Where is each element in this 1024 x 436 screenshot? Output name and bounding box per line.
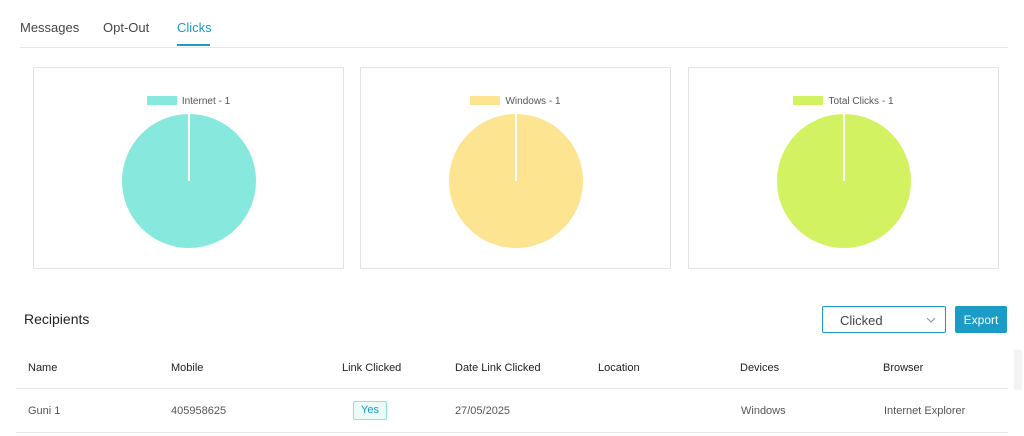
active-tab-indicator: [177, 44, 210, 46]
chart-card-internet: Internet - 1: [33, 67, 344, 269]
chart-legend[interactable]: Windows - 1: [361, 96, 670, 107]
tab-bar: Messages Opt-Out Clicks: [20, 0, 1008, 48]
pie-chart-internet: [122, 114, 256, 248]
select-value: Clicked: [840, 313, 883, 328]
table-header: Name Mobile Link Clicked Date Link Click…: [16, 350, 1008, 389]
table-row[interactable]: Guni 1 405958625 Yes 27/05/2025 Windows …: [16, 389, 1008, 433]
cell-date-link-clicked: 27/05/2025: [455, 405, 511, 417]
chart-card-total-clicks: Total Clicks - 1: [688, 67, 999, 269]
legend-swatch: [470, 96, 501, 105]
cell-browser: Internet Explorer: [884, 405, 966, 417]
cell-name: Guni 1: [28, 405, 61, 417]
column-header-location[interactable]: Location: [598, 362, 640, 374]
cell-device: Windows: [741, 405, 786, 417]
chart-legend[interactable]: Total Clicks - 1: [689, 96, 998, 107]
legend-label: Total Clicks - 1: [828, 96, 894, 107]
tab-clicks[interactable]: Clicks: [177, 20, 212, 35]
link-clicked-badge: Yes: [353, 401, 387, 420]
chart-card-windows: Windows - 1: [360, 67, 671, 269]
column-header-mobile[interactable]: Mobile: [171, 362, 203, 374]
pie-chart-windows: [449, 114, 583, 248]
cell-mobile: 405958625: [171, 405, 227, 417]
export-button[interactable]: Export: [955, 306, 1007, 333]
recipients-title: Recipients: [24, 311, 90, 327]
legend-swatch: [793, 96, 824, 105]
tab-opt-out[interactable]: Opt-Out: [103, 20, 149, 35]
chevron-down-icon: [926, 317, 936, 323]
column-header-browser[interactable]: Browser: [883, 362, 923, 374]
table-scrollbar[interactable]: [1014, 350, 1022, 390]
column-header-devices[interactable]: Devices: [740, 362, 779, 374]
tab-messages[interactable]: Messages: [20, 20, 79, 35]
legend-label: Windows - 1: [505, 96, 561, 107]
column-header-date-link-clicked[interactable]: Date Link Clicked: [455, 362, 541, 374]
pie-chart-total-clicks: [777, 114, 911, 248]
legend-label: Internet - 1: [181, 96, 231, 107]
chart-legend[interactable]: Internet - 1: [34, 96, 343, 107]
column-header-name[interactable]: Name: [28, 362, 57, 374]
recipient-filter-select[interactable]: Clicked: [822, 306, 946, 333]
column-header-link-clicked[interactable]: Link Clicked: [342, 362, 401, 374]
legend-swatch: [146, 96, 177, 105]
